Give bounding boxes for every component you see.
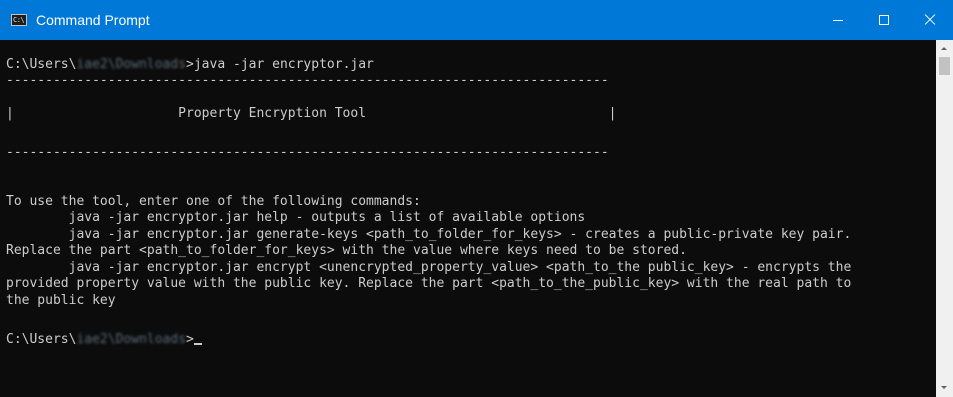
console-line: java -jar encryptor.jar encrypt <unencry… <box>6 260 852 275</box>
scroll-down-arrow-icon[interactable] <box>936 380 953 397</box>
cmd-icon-glyph: C:\ <box>13 16 25 24</box>
redacted-path: iae2\Downloads <box>76 332 187 347</box>
console-prompt-line: C:\Users\iae2\Downloads>java -jar encryp… <box>6 57 374 73</box>
console-line: java -jar encryptor.jar help - outputs a… <box>6 210 586 225</box>
console-line: ----------------------------------------… <box>6 73 609 88</box>
scroll-up-arrow-icon[interactable] <box>936 40 953 57</box>
console-output[interactable]: C:\Users\iae2\Downloads>java -jar encryp… <box>0 40 936 397</box>
prompt-symbol: > <box>186 332 194 347</box>
console-line: java -jar encryptor.jar generate-keys <p… <box>6 227 852 242</box>
console-line: ----------------------------------------… <box>6 145 609 160</box>
minimize-icon <box>833 19 843 21</box>
maximize-icon <box>879 15 889 25</box>
close-icon <box>924 14 936 26</box>
text-cursor <box>193 343 202 345</box>
prompt-prefix: C:\Users\ <box>6 332 77 347</box>
console-line: | Property Encryption Tool | <box>6 106 617 121</box>
console-line: provided property value with the public … <box>6 276 852 291</box>
console-line: To use the tool, enter one of the follow… <box>6 194 421 209</box>
redacted-path: iae2\Downloads <box>76 57 187 72</box>
prompt-command: >java -jar encryptor.jar <box>186 57 374 72</box>
console-line: Replace the part <path_to_folder_for_key… <box>6 243 687 258</box>
close-button[interactable] <box>907 0 953 40</box>
title-bar[interactable]: C:\ Command Prompt <box>0 0 953 40</box>
window-title: Command Prompt <box>36 12 150 28</box>
vertical-scrollbar[interactable] <box>936 40 953 397</box>
maximize-button[interactable] <box>861 0 907 40</box>
minimize-button[interactable] <box>815 0 861 40</box>
scroll-thumb[interactable] <box>939 57 950 75</box>
console-prompt-line: C:\Users\iae2\Downloads> <box>6 332 202 348</box>
prompt-prefix: C:\Users\ <box>6 57 77 72</box>
command-prompt-window: C:\ Command Prompt C:\Users\iae2\Downloa… <box>0 0 953 397</box>
cmd-icon: C:\ <box>11 14 27 26</box>
console-line: the public key <box>6 293 116 308</box>
